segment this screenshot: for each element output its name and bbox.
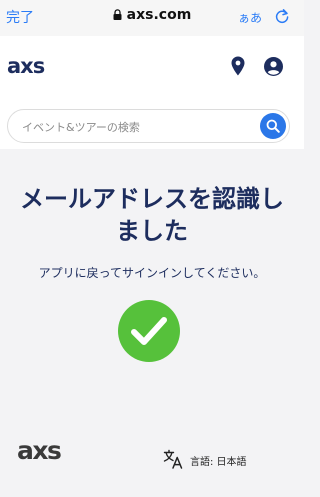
lock-icon bbox=[113, 9, 122, 20]
url-text: axs.com bbox=[126, 7, 192, 23]
text-size-button[interactable]: ぁあ bbox=[238, 9, 262, 26]
account-icon[interactable] bbox=[264, 57, 283, 76]
page-title: メールアドレスを認識しました bbox=[20, 184, 284, 245]
axs-logo[interactable]: axs bbox=[7, 54, 55, 78]
search-bar bbox=[7, 109, 290, 143]
translate-icon bbox=[163, 449, 183, 469]
instruction-text: アプリに戻ってサインインしてください。 bbox=[38, 266, 266, 280]
browser-bar: 完了 axs.com ぁあ bbox=[0, 0, 304, 36]
svg-text:axs: axs bbox=[7, 54, 45, 78]
reload-icon[interactable] bbox=[274, 8, 290, 24]
checkmark-icon bbox=[131, 317, 167, 345]
search-button[interactable] bbox=[260, 113, 286, 139]
success-badge bbox=[118, 300, 180, 362]
search-input[interactable] bbox=[22, 117, 252, 137]
svg-text:axs: axs bbox=[17, 438, 61, 464]
footer-axs-logo: axs bbox=[17, 438, 62, 464]
language-label[interactable]: 言語: 日本語 bbox=[190, 453, 247, 468]
site-header: axs bbox=[0, 36, 304, 149]
location-pin-icon[interactable] bbox=[230, 56, 246, 76]
search-icon bbox=[266, 119, 280, 133]
